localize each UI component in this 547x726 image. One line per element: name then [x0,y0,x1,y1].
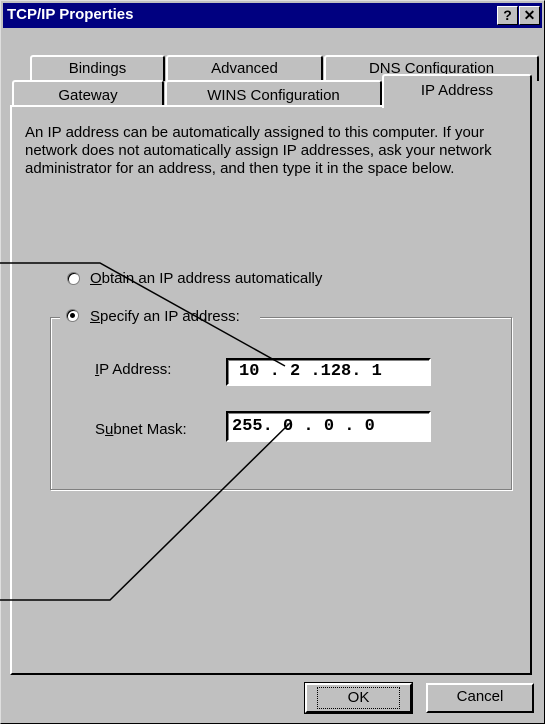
callout-lines [0,262,291,601]
callout-line-ip [0,262,286,367]
callout-line-subnet [0,422,291,601]
ok-button[interactable]: OK [304,682,413,714]
cancel-button[interactable]: Cancel [426,683,534,713]
ok-button-label: OK [316,687,401,709]
